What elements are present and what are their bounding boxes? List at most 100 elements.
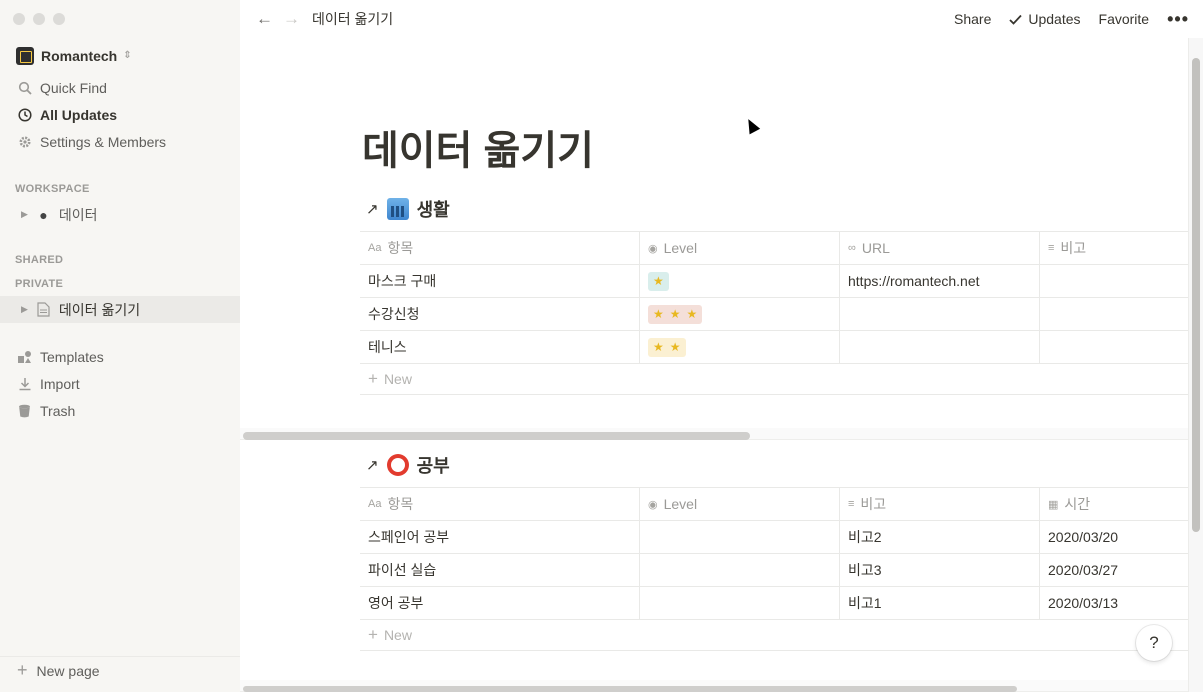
column-header-label: Level: [663, 496, 698, 512]
sidebar-item-label: 데이터: [58, 206, 98, 223]
cell-date[interactable]: 2020/03/20: [1040, 521, 1188, 553]
column-header-url[interactable]: ∞ URL: [840, 232, 1040, 264]
cell-note[interactable]: 비고1: [840, 587, 1040, 619]
table-row[interactable]: 스페인어 공부 비고2 2020/03/20: [360, 521, 1188, 554]
cell-note[interactable]: [1040, 298, 1188, 330]
cell-name[interactable]: 마스크 구매: [360, 265, 640, 297]
horizontal-scrollbar[interactable]: [243, 686, 1017, 692]
close-window-button[interactable]: [13, 13, 25, 25]
cell-url[interactable]: [840, 331, 1040, 363]
cell-note[interactable]: 비고3: [840, 554, 1040, 586]
new-page-button[interactable]: + New page: [0, 656, 240, 684]
sidebar: Romantech ⇕ Quick Find All Updates Setti…: [0, 0, 240, 692]
table-row[interactable]: 수강신청 ★ ★ ★: [360, 298, 1188, 331]
cell-note[interactable]: [1040, 331, 1188, 363]
more-options-icon[interactable]: •••: [1167, 9, 1189, 30]
gear-icon: [17, 134, 32, 149]
sidebar-item-quick-find[interactable]: Quick Find: [0, 74, 240, 101]
calendar-icon: ▦: [1048, 498, 1059, 511]
cell-date[interactable]: 2020/03/27: [1040, 554, 1188, 586]
column-header-label: 시간: [1064, 496, 1091, 512]
level-tag: ★ ★: [648, 337, 686, 357]
mouse-cursor-icon: [743, 116, 761, 135]
table-row[interactable]: 마스크 구매 ★ https://romantech.net: [360, 265, 1188, 298]
minimize-window-button[interactable]: [33, 13, 45, 25]
cell-note[interactable]: 비고2: [840, 521, 1040, 553]
templates-icon: [17, 349, 32, 364]
add-row-button[interactable]: + New: [360, 620, 1188, 651]
cell-url[interactable]: https://romantech.net: [840, 265, 1040, 297]
database-title-life[interactable]: ↗ 생활: [366, 196, 450, 222]
column-header-name[interactable]: Aa 항목: [360, 232, 640, 264]
zoom-window-button[interactable]: [53, 13, 65, 25]
cell-name[interactable]: 영어 공부: [360, 587, 640, 619]
share-button[interactable]: Share: [954, 11, 991, 27]
chevron-updown-icon: ⇕: [123, 50, 132, 61]
link-property-icon: ∞: [848, 242, 856, 254]
help-button[interactable]: ?: [1136, 625, 1172, 661]
sidebar-item-all-updates[interactable]: All Updates: [0, 101, 240, 128]
sidebar-item-templates[interactable]: Templates: [0, 343, 240, 370]
workspace-switcher[interactable]: Romantech ⇕: [16, 46, 132, 66]
table-header-row: Aa 항목 ◉ Level ≡ 비고 ▦ 시간: [360, 488, 1188, 521]
sidebar-item-data[interactable]: ▶ ● 데이터: [0, 201, 240, 228]
page-title[interactable]: 데이터 옮기기: [362, 118, 594, 176]
breadcrumb[interactable]: 데이터 옮기기: [312, 9, 393, 29]
forward-arrow-icon[interactable]: →: [283, 9, 300, 29]
expand-triangle-icon[interactable]: ▶: [21, 304, 28, 315]
column-header-level[interactable]: ◉ Level: [640, 488, 840, 520]
cell-date[interactable]: 2020/03/13: [1040, 587, 1188, 619]
star-icon: ★: [669, 340, 681, 354]
database-title-study[interactable]: ↗ 공부: [366, 452, 450, 478]
text-property-icon: Aa: [368, 498, 382, 510]
clock-icon: [17, 107, 32, 122]
cell-level[interactable]: [640, 554, 840, 586]
horizontal-scrollbar[interactable]: [243, 432, 750, 440]
column-header-label: URL: [861, 240, 890, 256]
column-header-name[interactable]: Aa 항목: [360, 488, 640, 520]
cell-url[interactable]: [840, 298, 1040, 330]
table-row[interactable]: 영어 공부 비고1 2020/03/13: [360, 587, 1188, 620]
column-header-note[interactable]: ≡ 비고: [840, 488, 1040, 520]
cell-level[interactable]: ★ ★ ★: [640, 298, 840, 330]
updates-button[interactable]: Updates: [1009, 11, 1081, 27]
cell-note[interactable]: [1040, 265, 1188, 297]
sidebar-item-import[interactable]: Import: [0, 370, 240, 397]
table-row[interactable]: 테니스 ★ ★: [360, 331, 1188, 364]
cell-name[interactable]: 테니스: [360, 331, 640, 363]
sidebar-item-label: All Updates: [40, 106, 118, 123]
cell-level[interactable]: ★ ★: [640, 331, 840, 363]
private-section-label: PRIVATE: [15, 278, 64, 290]
bowling-emoji-icon: ●: [39, 206, 48, 223]
sidebar-item-current-page[interactable]: ▶ 데이터 옮기기: [0, 296, 240, 323]
cell-level[interactable]: [640, 521, 840, 553]
column-header-level[interactable]: ◉ Level: [640, 232, 840, 264]
database-title-text: 공부: [416, 456, 450, 476]
cell-name[interactable]: 스페인어 공부: [360, 521, 640, 553]
column-header-date[interactable]: ▦ 시간: [1040, 488, 1188, 520]
expand-triangle-icon[interactable]: ▶: [21, 209, 28, 220]
workspace-section-label: WORKSPACE: [15, 183, 90, 195]
back-arrow-icon[interactable]: ←: [256, 9, 273, 29]
sidebar-item-trash[interactable]: Trash: [0, 397, 240, 424]
cityscape-emoji-icon: [386, 198, 409, 220]
cell-level[interactable]: ★: [640, 265, 840, 297]
link-arrow-icon: ↗: [366, 457, 379, 474]
new-page-label: New page: [36, 662, 100, 679]
column-header-note[interactable]: ≡ 비고: [1040, 232, 1188, 264]
updates-label: Updates: [1028, 11, 1081, 27]
cell-name[interactable]: 수강신청: [360, 298, 640, 330]
add-row-button[interactable]: + New: [360, 364, 1188, 395]
cell-name[interactable]: 파이선 실습: [360, 554, 640, 586]
plus-icon: +: [368, 625, 378, 644]
star-icon: ★: [653, 274, 664, 288]
level-tag: ★ ★ ★: [648, 304, 703, 324]
vertical-scrollbar[interactable]: [1192, 58, 1200, 532]
favorite-button[interactable]: Favorite: [1099, 11, 1150, 27]
cell-level[interactable]: [640, 587, 840, 619]
sidebar-item-settings[interactable]: Settings & Members: [0, 128, 240, 155]
table-row[interactable]: 파이선 실습 비고3 2020/03/27: [360, 554, 1188, 587]
workspace-name: Romantech: [41, 48, 118, 64]
column-header-label: 항목: [387, 496, 414, 512]
page-icon: [36, 302, 51, 317]
